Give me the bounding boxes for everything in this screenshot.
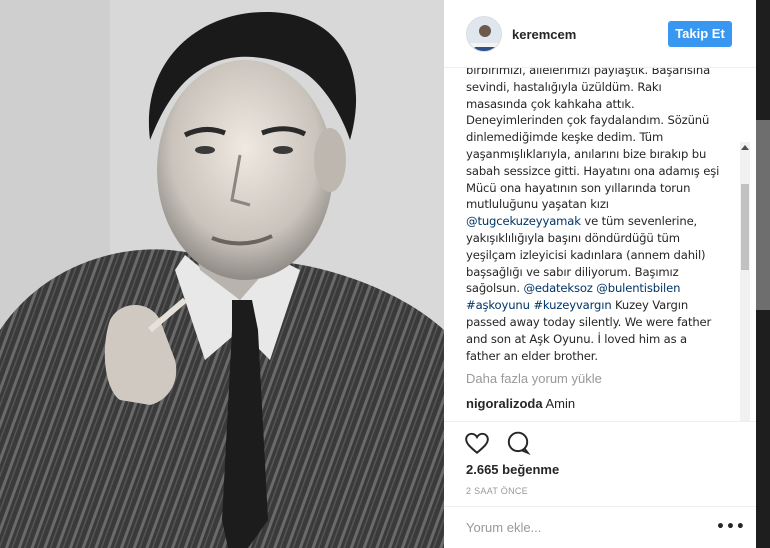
mention-link[interactable]: @tugcekuzeyyamak: [466, 214, 581, 228]
comment-text: Amin: [545, 396, 576, 411]
caption-text: and son at Aşk Oyunu. İ loved him as a: [466, 331, 688, 346]
more-options-icon[interactable]: •••: [716, 519, 746, 535]
caption-line: masasında çok kahkaha attık.: [466, 96, 722, 113]
caption-line: #aşkoyunu #kuzeyvargın Kuzey Vargın: [466, 297, 722, 314]
caption-text: dinlemediğimde keşke dedim. Tüm: [466, 130, 664, 145]
caption-text: father an elder brother.: [466, 348, 598, 363]
caption-line: Deneyimlerinden çok faydalandım. Sözünü: [466, 112, 722, 129]
load-more-comments-link[interactable]: Daha fazla yorum yükle: [466, 371, 602, 386]
comments-scrollbar[interactable]: [740, 142, 750, 421]
caption-line: yaşanmışlıklarıyla, anılarını bize bırak…: [466, 146, 722, 163]
likes-count[interactable]: 2.665 beğenme: [466, 462, 559, 477]
add-comment-input[interactable]: [466, 520, 696, 535]
post-caption: birbirimizi, ailelerimizi paylaştık. Baş…: [466, 68, 722, 364]
caption-line: birbirimizi, ailelerimizi paylaştık. Baş…: [466, 68, 722, 79]
comments-area: birbirimizi, ailelerimizi paylaştık. Baş…: [444, 68, 756, 422]
comment-item-partial: [466, 416, 716, 421]
caption-line: and son at Aşk Oyunu. İ loved him as a: [466, 331, 722, 348]
caption-text: yaşanmışlıklarıyla, anılarını bize bırak…: [466, 146, 707, 161]
caption-text: passed away today silently. We were fath…: [466, 314, 712, 329]
caption-line: dinlemediğimde keşke dedim. Tüm: [466, 129, 722, 146]
caption-line: sağolsun. @edateksoz @bulentisbilen: [466, 280, 722, 297]
user-avatar-icon: [467, 17, 501, 51]
add-comment-bar: •••: [444, 506, 756, 548]
caption-line: başsağlığı ve sabır diliyorum. Başımız: [466, 264, 722, 281]
caption-line: sabah sessizce gitti. Hayatını ona adamı…: [466, 163, 722, 180]
post-timestamp: 2 SAAT ÖNCE: [466, 486, 528, 496]
post-photo[interactable]: [0, 0, 444, 548]
follow-button[interactable]: Takip Et: [668, 21, 732, 47]
post-actions: [464, 430, 541, 456]
caption-line: yakışıklılığıyla başını döndürdüğü tüm: [466, 230, 722, 247]
hashtag-link[interactable]: #aşkoyunu: [466, 298, 530, 312]
background-edge: [756, 0, 770, 548]
caption-text: sevindi, hastalığıyla üzüldüm. Rakı: [466, 79, 662, 94]
caption-text: başsağlığı ve sabır diliyorum. Başımız: [466, 264, 679, 279]
caption-text: sağolsun.: [466, 281, 524, 296]
comment-username[interactable]: nigoralizoda: [466, 396, 543, 411]
caption-text: ve tüm sevenlerine,: [580, 214, 698, 229]
username-link[interactable]: keremcem: [512, 27, 576, 42]
caption-line: @tugcekuzeyyamak ve tüm sevenlerine,: [466, 213, 722, 230]
caption-line: passed away today silently. We were fath…: [466, 314, 722, 331]
post-detail-panel: keremcem Takip Et birbirimizi, ailelerim…: [444, 0, 756, 548]
caption-text: masasında çok kahkaha attık.: [466, 96, 635, 111]
caption-text: Mücü ona hayatının son yıllarında torun: [466, 180, 691, 195]
mention-link[interactable]: @edateksoz: [523, 281, 592, 295]
caption-text: yakışıklılığıyla başını döndürdüğü tüm: [466, 230, 680, 245]
avatar[interactable]: [466, 16, 502, 52]
black-and-white-portrait-image: [0, 0, 444, 548]
next-post-preview[interactable]: [756, 120, 770, 310]
caption-line: Mücü ona hayatının son yıllarında torun: [466, 180, 722, 197]
caption-text: birbirimizi, ailelerimizi paylaştık. Baş…: [466, 68, 711, 77]
mention-link[interactable]: @bulentisbilen: [596, 281, 680, 295]
caption-text: yeşilçam izleyicisi kadınlara (annem dah…: [466, 247, 706, 262]
caption-line: sevindi, hastalığıyla üzüldüm. Rakı: [466, 79, 722, 96]
caption-line: mutluluğunu yaşatan kızı: [466, 196, 722, 213]
comment-item: nigoralizoda Amin: [466, 396, 575, 411]
scrollbar-thumb[interactable]: [741, 184, 749, 270]
caption-line: father an elder brother.: [466, 348, 722, 365]
speech-bubble-icon[interactable]: [505, 430, 531, 456]
caption-line: yeşilçam izleyicisi kadınlara (annem dah…: [466, 247, 722, 264]
caption-text: Kuzey Vargın: [611, 298, 689, 313]
heart-icon[interactable]: [464, 430, 490, 456]
caption-text: mutluluğunu yaşatan kızı: [466, 197, 609, 212]
hashtag-link[interactable]: #kuzeyvargın: [533, 298, 611, 312]
arrow-up-icon[interactable]: [741, 145, 749, 150]
caption-text: sabah sessizce gitti. Hayatını ona adamı…: [466, 163, 720, 178]
post-header: keremcem Takip Et: [444, 0, 756, 68]
caption-text: Deneyimlerinden çok faydalandım. Sözünü: [466, 113, 710, 128]
